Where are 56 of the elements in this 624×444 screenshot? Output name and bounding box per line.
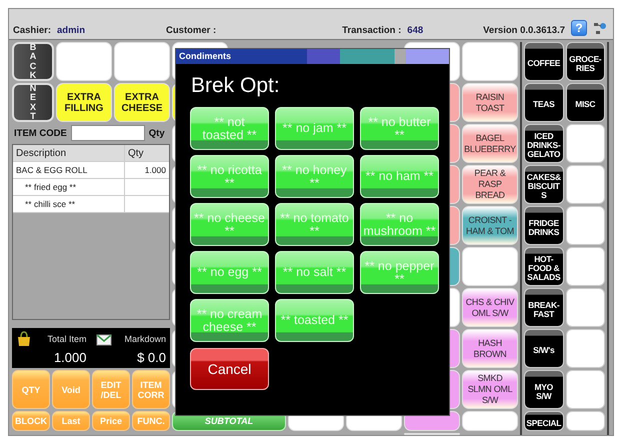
category-key[interactable]: CAKES& BISCUITS xyxy=(524,165,564,204)
column-header: Qty xyxy=(127,146,145,160)
category-key[interactable]: ICED DRINKS-GELATO xyxy=(524,124,564,163)
product-key[interactable]: PEAR & RASP BREAD xyxy=(462,165,518,204)
product-key[interactable]: CHS & CHIV OML S/W xyxy=(462,288,518,327)
extra-key[interactable]: EXTRA CHEESE xyxy=(114,83,170,122)
category-key[interactable]: TEAS xyxy=(524,83,564,122)
total-value: 1.000 xyxy=(54,350,86,364)
category-key[interactable]: HOT-FOOD & SALADS xyxy=(524,247,564,286)
dialog-heading: Brek Opt: xyxy=(190,73,280,99)
dialog-title: Condiments xyxy=(178,50,232,63)
category-key[interactable]: MYO S/W xyxy=(524,370,564,409)
category-key[interactable] xyxy=(566,206,605,245)
product-key[interactable]: CROISNT - HAM & TOM xyxy=(462,206,518,245)
category-key[interactable]: BREAK-FAST xyxy=(524,288,564,327)
envelope-icon xyxy=(96,332,112,346)
category-key[interactable]: S/W's xyxy=(524,329,564,368)
total-label: Total Item xyxy=(47,334,86,344)
category-key[interactable]: COFFEE xyxy=(524,42,564,81)
extra-key[interactable]: EXTRA FILLING xyxy=(56,83,112,122)
column-header: Description xyxy=(13,145,125,161)
category-key[interactable] xyxy=(566,165,605,204)
transaction-label: Transaction : xyxy=(342,25,402,36)
item-code-field[interactable] xyxy=(70,125,145,141)
item-code-label: ITEM CODE xyxy=(14,128,67,138)
category-key[interactable]: MISC xyxy=(566,83,605,122)
network-icon xyxy=(593,20,607,36)
product-key[interactable]: HASH BROWN xyxy=(462,329,518,368)
category-key[interactable]: GROCE-RIES xyxy=(566,42,605,81)
total-value: $ 0.0 xyxy=(137,350,166,364)
table-cell: ** chilli sce ** xyxy=(13,196,125,212)
product-key[interactable]: SMKD SLMN OML S/W xyxy=(462,370,518,409)
category-key[interactable] xyxy=(566,370,605,409)
qty-label: Qty xyxy=(148,128,165,138)
cashier-label: Cashier: xyxy=(13,25,52,36)
table-cell: ** fried egg ** xyxy=(13,179,125,195)
customer-label: Customer : xyxy=(166,25,216,36)
product-key[interactable]: RAISIN TOAST xyxy=(462,83,518,122)
nav-key[interactable]: BACK xyxy=(12,42,54,81)
product-key[interactable]: BAGEL BLUEBERRY xyxy=(462,124,518,163)
total-label: Markdown xyxy=(124,334,166,344)
category-key[interactable] xyxy=(566,288,605,327)
category-key[interactable] xyxy=(566,329,605,368)
category-key[interactable] xyxy=(566,411,605,431)
shopping-bag-icon xyxy=(16,331,32,347)
version-label: Version 0.0.3613.7 xyxy=(483,25,565,36)
table-cell: BAC & EGG ROLL xyxy=(13,162,125,178)
category-key[interactable]: FRIDGE DRINKS xyxy=(524,206,564,245)
cashier-name: admin xyxy=(57,25,85,36)
transaction-number: 648 xyxy=(407,25,424,36)
category-key[interactable]: SPECIAL xyxy=(524,411,564,431)
table-cell-text: 1.000 xyxy=(144,164,167,177)
nav-key[interactable]: NEXT xyxy=(12,83,54,122)
category-key[interactable] xyxy=(566,247,605,286)
cancel-button[interactable]: Cancel xyxy=(190,348,269,390)
category-key[interactable] xyxy=(566,124,605,163)
